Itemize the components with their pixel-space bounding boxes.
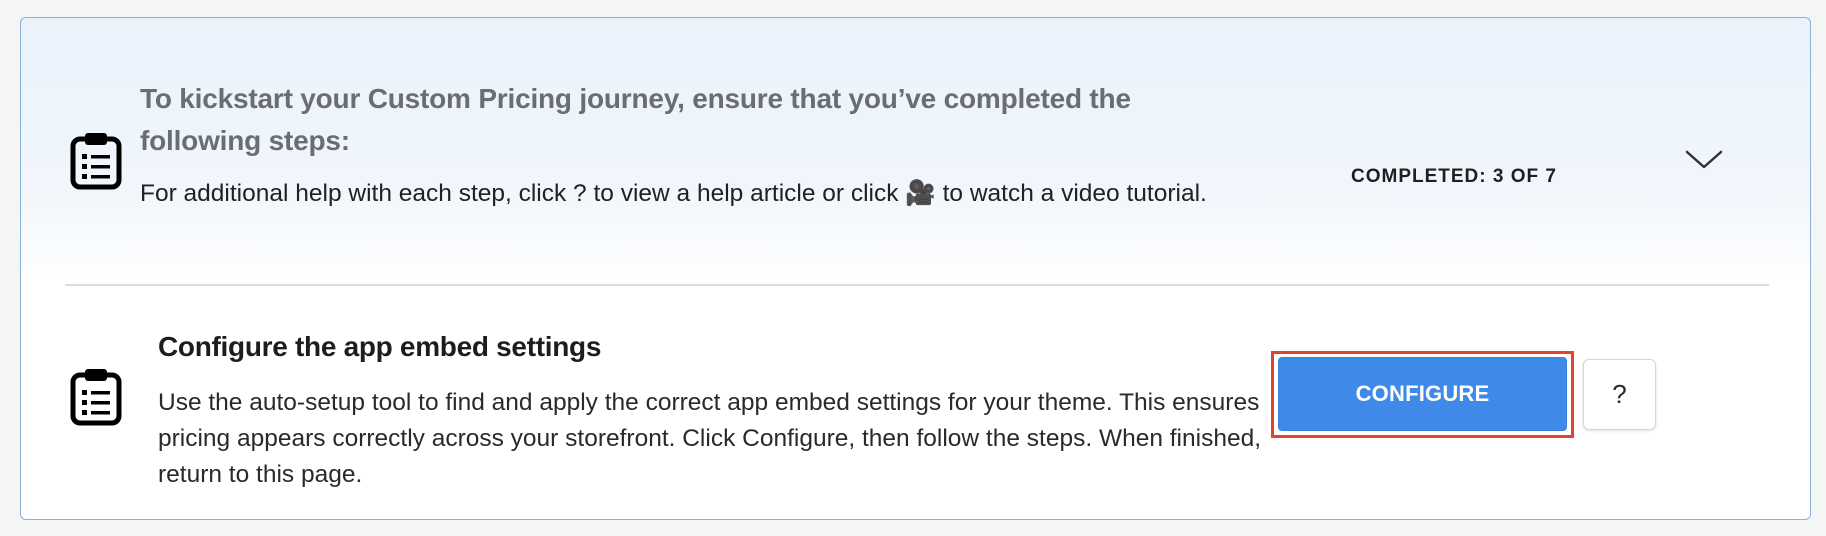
help-button[interactable]: ? (1583, 359, 1656, 430)
section-divider (65, 284, 1769, 286)
step-title: Configure the app embed settings (158, 331, 602, 362)
configure-button[interactable]: CONFIGURE (1278, 357, 1567, 431)
onboarding-title: To kickstart your Custom Pricing journey… (140, 83, 1131, 156)
onboarding-help-text: For additional help with each step, clic… (140, 180, 1207, 207)
step-description: Use the auto-setup tool to find and appl… (158, 389, 1262, 488)
chevron-down-icon[interactable] (1685, 149, 1723, 176)
clipboard-list-icon (70, 130, 122, 190)
onboarding-card: To kickstart your Custom Pricing journey… (20, 17, 1811, 520)
clipboard-list-icon (70, 366, 122, 426)
completion-status: COMPLETED: 3 OF 7 (1351, 166, 1557, 187)
